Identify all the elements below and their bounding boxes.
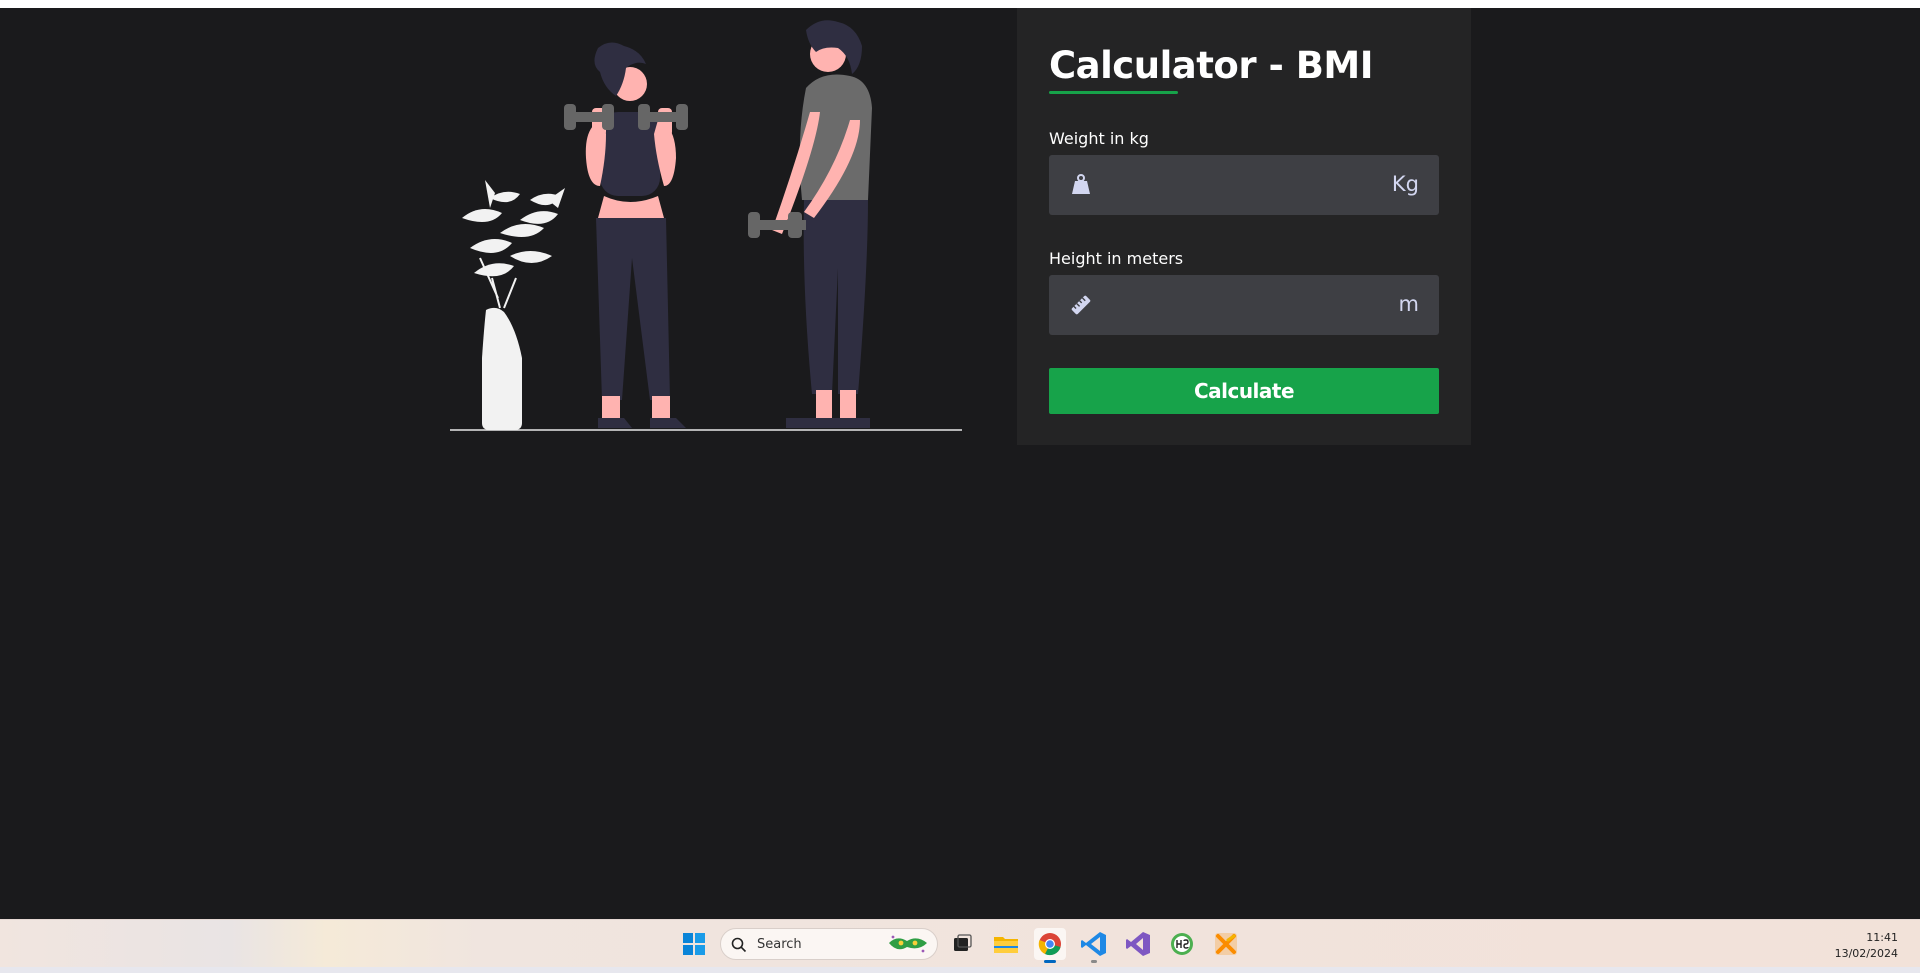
taskbar: Search 11:41 13/02/2024: [0, 919, 1920, 967]
height-input[interactable]: [1105, 275, 1375, 335]
vscode-icon[interactable]: [1078, 928, 1110, 963]
clock-date: 13/02/2024: [1834, 947, 1898, 960]
heidisql-icon[interactable]: [1166, 928, 1198, 960]
visual-studio-icon[interactable]: [1122, 928, 1154, 960]
weight-label: Weight in kg: [1049, 129, 1149, 148]
height-unit: m: [1398, 292, 1419, 316]
man-figure: [748, 20, 872, 428]
search-icon: [731, 937, 747, 953]
chrome-icon[interactable]: [1034, 928, 1066, 963]
screen: Calculator - BMI Weight in kg Kg Height …: [0, 0, 1920, 973]
page-title: Calculator - BMI: [1049, 44, 1374, 87]
ruler-icon: [1071, 295, 1091, 315]
woman-figure: [564, 42, 688, 428]
weight-icon: [1072, 174, 1090, 194]
windows-start-icon[interactable]: [678, 928, 710, 960]
clock-time: 11:41: [1866, 931, 1898, 944]
search-label: Search: [757, 937, 802, 952]
plant: [462, 180, 565, 430]
height-field[interactable]: m: [1049, 275, 1439, 335]
weight-unit: Kg: [1391, 172, 1419, 196]
weight-input[interactable]: [1105, 155, 1375, 215]
taskbar-search[interactable]: Search: [720, 928, 938, 960]
task-view-icon[interactable]: [946, 928, 978, 960]
xampp-icon[interactable]: [1210, 928, 1242, 960]
clock[interactable]: 11:41 13/02/2024: [1835, 930, 1898, 962]
bmi-calculator-card: Calculator - BMI Weight in kg Kg Height …: [1017, 8, 1471, 445]
file-explorer-icon[interactable]: [990, 928, 1022, 960]
title-underline: [1049, 91, 1178, 94]
bottom-strip: [0, 967, 1920, 973]
calculate-button[interactable]: Calculate: [1049, 368, 1439, 414]
fitness-illustration: [450, 20, 962, 431]
height-label: Height in meters: [1049, 249, 1184, 268]
open-app-indicator: [1091, 960, 1097, 963]
active-app-indicator: [1044, 960, 1056, 963]
bmi-app: Calculator - BMI Weight in kg Kg Height …: [0, 8, 1920, 919]
weight-field[interactable]: Kg: [1049, 155, 1439, 215]
search-highlight-icon: [889, 935, 927, 953]
